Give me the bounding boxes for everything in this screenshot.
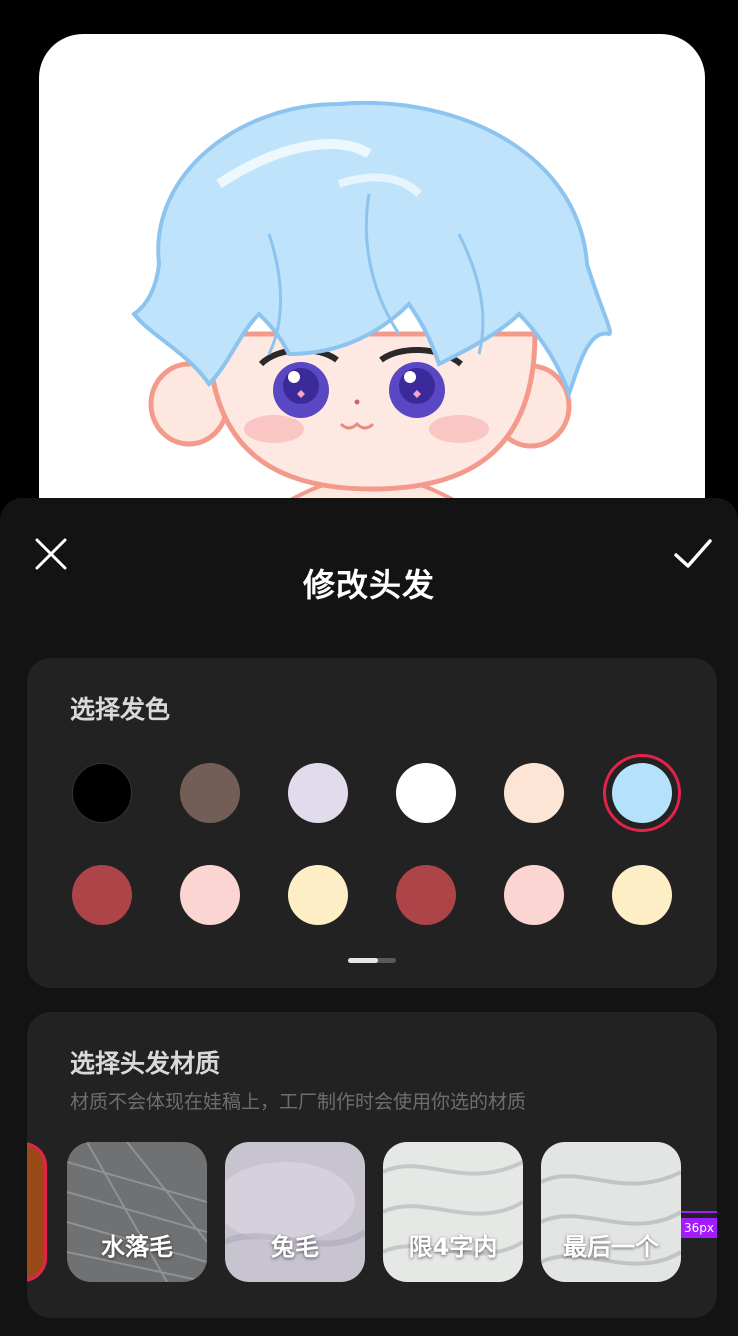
material-tile-label: 水落毛 <box>101 1233 173 1261</box>
page-indicator <box>348 958 396 963</box>
material-tile-label: 限4字内 <box>408 1233 498 1261</box>
color-swatch-peach[interactable] <box>504 763 564 823</box>
avatar-preview <box>39 34 705 554</box>
measure-badge: 36px <box>681 1218 717 1238</box>
confirm-button[interactable] <box>672 535 714 573</box>
material-tile-selected-partial[interactable] <box>27 1142 47 1282</box>
color-swatch-lavender[interactable] <box>288 763 348 823</box>
hair-material-title: 选择头发材质 <box>70 1049 221 1078</box>
color-swatch-pink[interactable] <box>180 865 240 925</box>
material-tile-3[interactable]: 限4字内 <box>383 1142 523 1282</box>
color-swatch-light-blue[interactable] <box>603 754 681 832</box>
character-illustration <box>131 101 612 554</box>
page-indicator-active <box>348 958 378 963</box>
color-swatch-pink-2[interactable] <box>504 865 564 925</box>
material-tile-4[interactable]: 最后一个 <box>541 1142 681 1282</box>
color-swatch-white[interactable] <box>396 763 456 823</box>
measure-line <box>681 1211 717 1213</box>
material-tile-label: 最后一个 <box>563 1233 659 1261</box>
color-swatch-red[interactable] <box>72 865 132 925</box>
hair-material-panel: 选择头发材质 材质不会体现在娃稿上，工厂制作时会使用你选的材质 水落毛 兔毛 限… <box>27 1012 717 1318</box>
color-swatch-cream-2[interactable] <box>612 865 672 925</box>
color-swatch-cream[interactable] <box>288 865 348 925</box>
material-tile-label: 兔毛 <box>271 1233 319 1261</box>
color-swatch-red-2[interactable] <box>396 865 456 925</box>
material-tile-2[interactable]: 兔毛 <box>225 1142 365 1282</box>
check-icon <box>674 539 712 568</box>
sheet-title: 修改头发 <box>302 566 435 604</box>
color-swatch-brown[interactable] <box>180 763 240 823</box>
hair-color-panel: 选择发色 <box>27 658 717 988</box>
hair-color-title: 选择发色 <box>70 695 171 724</box>
material-tile-1[interactable]: 水落毛 <box>67 1142 207 1282</box>
hair-material-subtitle: 材质不会体现在娃稿上，工厂制作时会使用你选的材质 <box>70 1091 527 1113</box>
color-swatch-black[interactable] <box>72 763 132 823</box>
